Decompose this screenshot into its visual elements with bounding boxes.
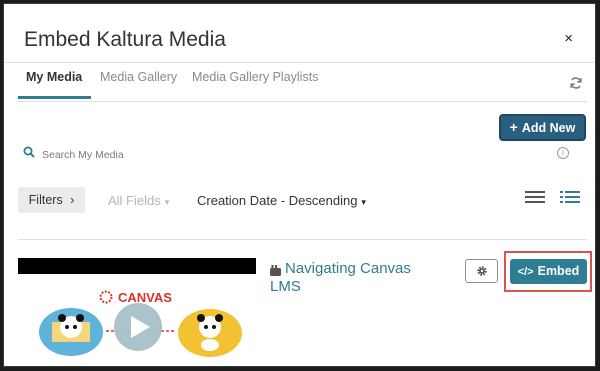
tab-media-gallery[interactable]: Media Gallery [100, 70, 177, 84]
chevron-right-icon: › [70, 193, 75, 207]
refresh-icon[interactable] [569, 76, 583, 93]
search-input[interactable] [40, 143, 544, 167]
sort-select-label: Creation Date - Descending [197, 193, 358, 208]
list-divider [18, 239, 587, 240]
sort-select[interactable]: Creation Date - Descending ▾ [197, 193, 366, 208]
dialog-header: Embed Kaltura Media × [4, 4, 595, 78]
plus-icon: + [509, 119, 518, 135]
detail-view-icon[interactable] [560, 190, 580, 209]
chevron-down-icon: ▾ [361, 197, 366, 207]
embed-media-dialog: Embed Kaltura Media × My Media Media Gal… [3, 3, 596, 367]
close-icon[interactable]: × [564, 30, 573, 47]
active-tab-indicator [18, 96, 91, 99]
chevron-down-icon: ▾ [164, 197, 170, 207]
play-icon [114, 303, 162, 351]
add-new-label: Add New [521, 121, 576, 135]
media-thumbnail[interactable]: CANVAS [38, 289, 242, 361]
gear-icon [477, 266, 487, 276]
redacted-name-bar [18, 258, 256, 274]
tabs-divider [18, 101, 587, 102]
search-icon [23, 145, 35, 163]
embed-button[interactable]: </> Embed [510, 259, 587, 284]
header-divider [4, 62, 595, 63]
filters-button[interactable]: Filters › [18, 187, 85, 213]
filters-label: Filters [28, 193, 63, 207]
fields-select-label: All Fields [108, 193, 161, 208]
media-title-link[interactable]: Navigating Canvas LMS [270, 260, 440, 296]
add-new-button[interactable]: + Add New [499, 114, 586, 141]
tab-my-media[interactable]: My Media [26, 70, 82, 84]
list-view-icon[interactable] [525, 190, 545, 209]
dialog-title: Embed Kaltura Media [24, 28, 226, 51]
media-settings-button[interactable] [465, 259, 498, 283]
fields-select[interactable]: All Fields ▾ [108, 193, 169, 208]
canvas-logo-text: CANVAS [118, 290, 172, 305]
embed-label: Embed [537, 264, 580, 278]
tab-media-gallery-playlists[interactable]: Media Gallery Playlists [192, 70, 318, 84]
info-icon[interactable]: i [557, 147, 569, 159]
code-icon: </> [517, 266, 534, 278]
